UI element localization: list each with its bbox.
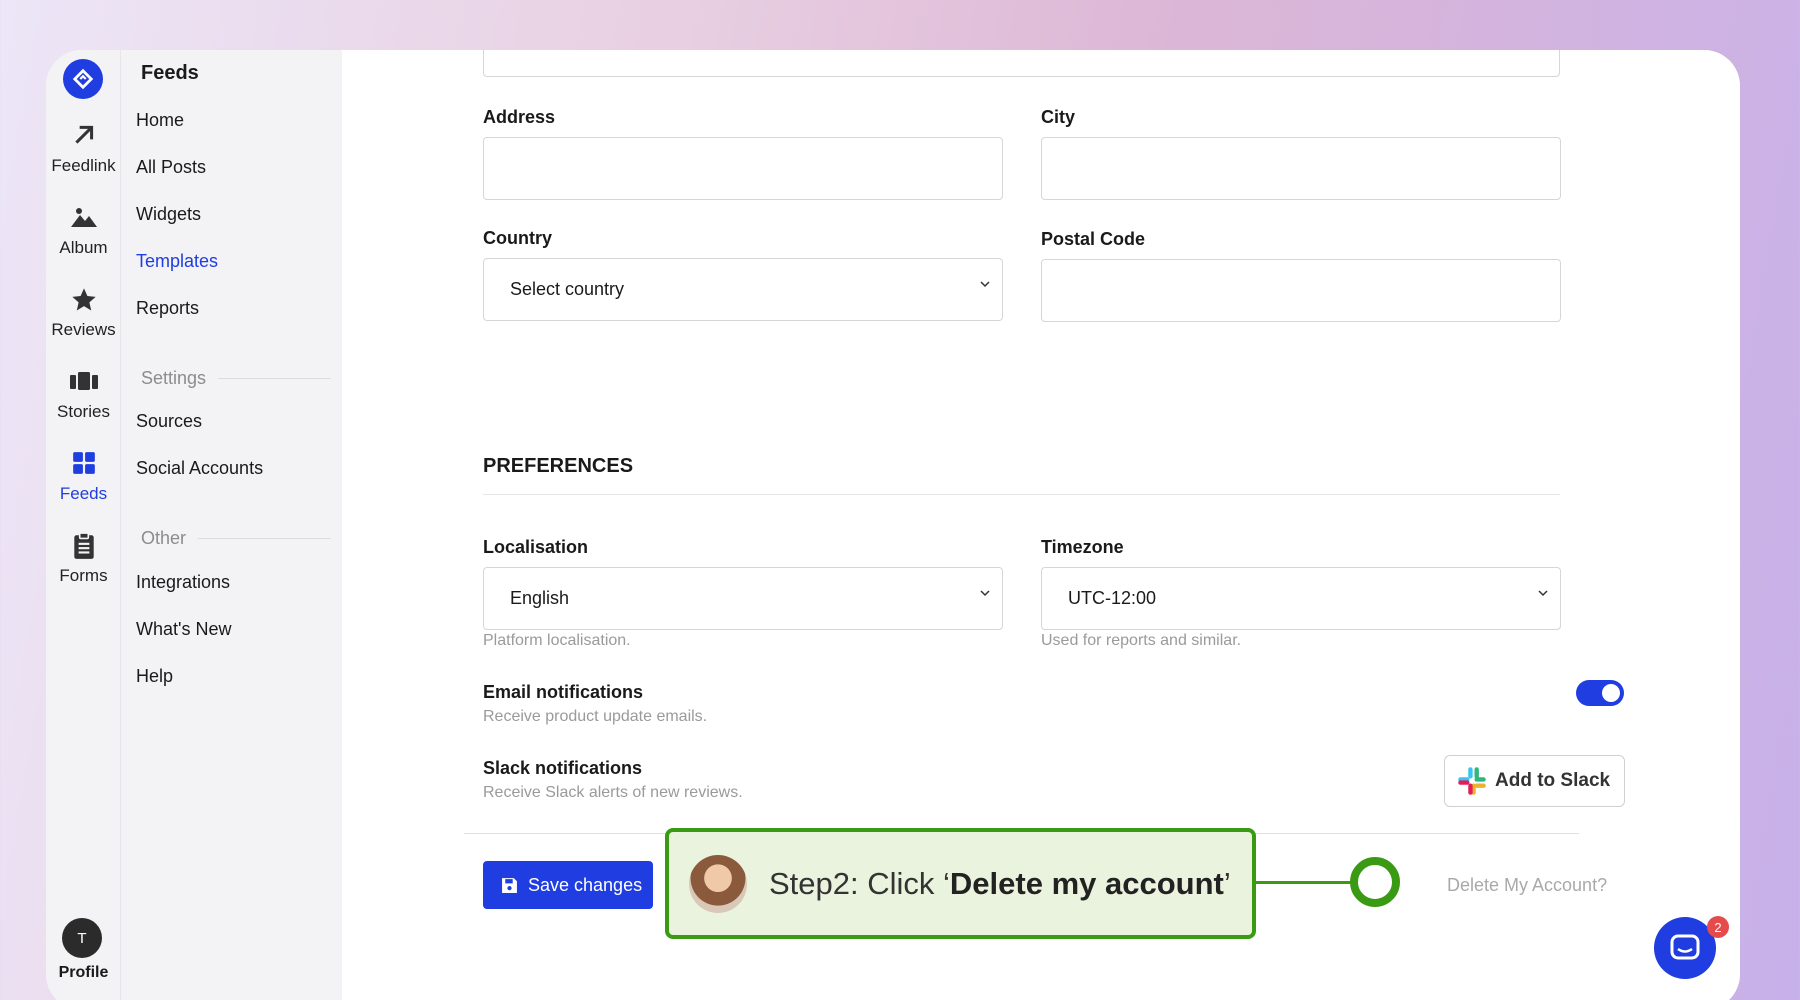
nav-reviews[interactable]: Reviews: [46, 286, 121, 340]
postal-code-input[interactable]: [1041, 259, 1561, 322]
email-notifications-toggle[interactable]: [1576, 680, 1624, 706]
country-value: Select country: [510, 279, 625, 299]
city-label: City: [1041, 107, 1076, 127]
nav-forms[interactable]: Forms: [46, 532, 121, 586]
step-callout: Step2: Click ‘Delete my account’: [665, 828, 1256, 939]
arrow-up-right-icon: [46, 122, 121, 154]
sidebar-section-settings-label: Settings: [141, 368, 207, 388]
email-notifications-help: Receive product update emails.: [483, 708, 708, 725]
save-changes-button[interactable]: Save changes: [483, 861, 653, 909]
nav-album[interactable]: Album: [46, 204, 121, 258]
sidebar-item-sources[interactable]: Sources: [136, 411, 202, 432]
localisation-label: Localisation: [483, 537, 589, 557]
delete-account-link[interactable]: Delete My Account?: [1447, 875, 1607, 896]
timezone-select[interactable]: UTC-12:00: [1041, 567, 1561, 630]
add-to-slack-label: Add to Slack: [1495, 770, 1611, 791]
localisation-select[interactable]: English: [483, 567, 1003, 630]
chevron-down-icon: [1538, 590, 1548, 597]
postal-code-label: Postal Code: [1041, 229, 1146, 249]
nav-feeds[interactable]: Feeds: [46, 450, 121, 504]
sidebar-item-social-accounts[interactable]: Social Accounts: [136, 458, 263, 479]
nav-rail: Feedlink Album Reviews Stories Feeds For…: [46, 50, 121, 1000]
nav-forms-label: Forms: [59, 566, 108, 585]
clipboard-icon: [46, 532, 121, 564]
click-target-ring: [1350, 857, 1400, 907]
mountain-image-icon: [46, 204, 121, 236]
sidebar-item-help[interactable]: Help: [136, 666, 173, 687]
section-divider: [198, 538, 331, 539]
localisation-value: English: [510, 588, 570, 608]
sidebar-item-home[interactable]: Home: [136, 110, 184, 131]
step-emphasis: Delete my account: [949, 865, 1224, 901]
star-icon: [46, 286, 121, 318]
timezone-value: UTC-12:00: [1068, 588, 1157, 608]
nav-album-label: Album: [59, 238, 108, 257]
sidebar-section-settings: Settings: [141, 368, 331, 389]
callout-connector: [1256, 881, 1352, 884]
top-field-input[interactable]: [483, 50, 1560, 77]
avatar[interactable]: T: [62, 918, 102, 958]
logo-icon[interactable]: [63, 59, 103, 99]
slack-notifications-help: Receive Slack alerts of new reviews.: [483, 784, 743, 801]
timezone-help: Used for reports and similar.: [1041, 632, 1242, 649]
slack-notifications-label: Slack notifications: [483, 758, 643, 778]
localisation-help: Platform localisation.: [483, 632, 631, 649]
country-label: Country: [483, 228, 552, 248]
section-divider: [218, 378, 331, 379]
sidebar-item-widgets[interactable]: Widgets: [136, 204, 201, 225]
guide-avatar: [689, 854, 747, 913]
sidebar-title: Feeds: [141, 62, 199, 84]
sidebar-section-other: Other: [141, 528, 331, 549]
step-prefix: Step2: Click ‘: [769, 865, 950, 901]
grid-icon: [46, 450, 121, 482]
preferences-heading: PREFERENCES: [483, 455, 634, 477]
profile-label[interactable]: Profile: [46, 964, 121, 982]
chevron-down-icon: [980, 281, 990, 288]
sidebar-item-whats-new[interactable]: What's New: [136, 619, 231, 640]
nav-stories-label: Stories: [57, 402, 110, 421]
city-input[interactable]: [1041, 137, 1561, 200]
address-input[interactable]: [483, 137, 1003, 200]
nav-feedlink[interactable]: Feedlink: [46, 122, 121, 176]
toggle-knob: [1602, 684, 1620, 702]
nav-stories[interactable]: Stories: [46, 368, 121, 422]
save-changes-label: Save changes: [528, 874, 643, 895]
sidebar-item-integrations[interactable]: Integrations: [136, 572, 230, 593]
sidebar-section-other-label: Other: [141, 528, 187, 548]
nav-feeds-label: Feeds: [59, 484, 108, 503]
floppy-disk-icon: [502, 877, 517, 893]
country-select[interactable]: Select country: [483, 258, 1003, 321]
chat-icon: [1670, 934, 1700, 960]
sidebar-item-templates[interactable]: Templates: [136, 251, 218, 272]
nav-feedlink-label: Feedlink: [51, 156, 116, 175]
sidebar: Feeds Home All Posts Widgets Templates R…: [121, 50, 342, 1000]
timezone-label: Timezone: [1041, 537, 1124, 557]
preferences-divider: [483, 494, 1560, 495]
chevron-down-icon: [980, 590, 990, 597]
step-suffix: ’: [1223, 865, 1231, 901]
stories-cards-icon: [46, 368, 121, 400]
step-callout-text: Step2: Click ‘Delete my account’: [769, 866, 1231, 902]
sidebar-item-reports[interactable]: Reports: [136, 298, 199, 319]
sidebar-item-all-posts[interactable]: All Posts: [136, 157, 206, 178]
slack-icon: [1458, 767, 1486, 795]
nav-reviews-label: Reviews: [51, 320, 116, 339]
add-to-slack-button[interactable]: Add to Slack: [1444, 755, 1625, 807]
chat-unread-badge: 2: [1707, 916, 1729, 938]
email-notifications-label: Email notifications: [483, 682, 644, 702]
address-label: Address: [483, 107, 556, 127]
